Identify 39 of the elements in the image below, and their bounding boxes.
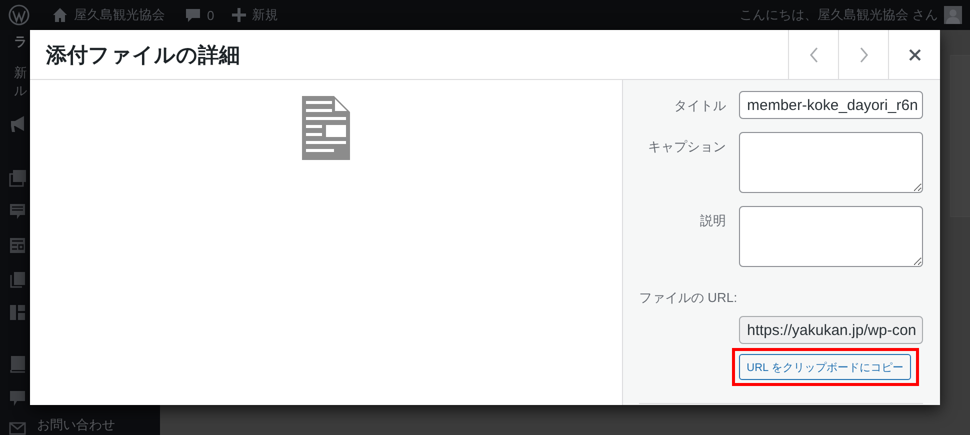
speech-bubble-icon[interactable]	[9, 390, 26, 407]
chevron-left-icon	[808, 46, 818, 62]
close-icon	[908, 48, 920, 60]
field-label: キャプション	[647, 138, 726, 156]
close-button[interactable]	[888, 30, 940, 79]
comments-icon[interactable]	[9, 203, 26, 220]
menu-item[interactable]: 新	[14, 64, 27, 82]
menu-item[interactable]: ル	[14, 82, 27, 100]
site-name-link[interactable]: 屋久島観光協会	[74, 6, 165, 24]
new-link[interactable]: 新規	[252, 6, 278, 24]
comment-icon[interactable]	[185, 7, 201, 23]
copy-url-button[interactable]: URL をクリップボードにコピー	[739, 354, 911, 380]
media-icon[interactable]	[9, 169, 27, 187]
text-area[interactable]	[739, 132, 923, 193]
title-field[interactable]: member-koke_dayori_r6n	[739, 91, 923, 119]
greeting-text[interactable]: こんにちは、屋久島観光協会 さん	[739, 6, 938, 24]
pages-icon[interactable]	[9, 271, 26, 288]
avatar-icon[interactable]	[944, 6, 962, 24]
book-icon[interactable]	[9, 355, 26, 373]
field-label: 説明	[699, 212, 726, 230]
mail-icon[interactable]	[9, 422, 26, 435]
text-area[interactable]	[739, 206, 923, 267]
comment-count[interactable]: 0	[207, 8, 214, 22]
wordpress-logo-icon[interactable]	[8, 4, 30, 26]
field-label: ファイルの URL:	[639, 289, 738, 307]
document-icon	[302, 96, 350, 160]
field-label: タイトル	[673, 97, 726, 115]
home-icon[interactable]	[52, 7, 68, 23]
menu-heading[interactable]: ラ	[14, 33, 27, 51]
dialog-title: 添付ファイルの詳細	[44, 42, 241, 68]
blocks-icon[interactable]	[9, 304, 26, 321]
next-button[interactable]	[838, 30, 888, 79]
megaphone-icon[interactable]	[9, 115, 27, 133]
table-icon[interactable]	[9, 237, 26, 254]
url-field[interactable]: https://yakukan.jp/wp-con	[739, 316, 923, 344]
chevron-right-icon	[858, 46, 868, 62]
menu-item[interactable]: お問い合わせ	[37, 416, 115, 434]
previous-button[interactable]	[788, 30, 838, 79]
plus-icon[interactable]	[232, 8, 246, 22]
